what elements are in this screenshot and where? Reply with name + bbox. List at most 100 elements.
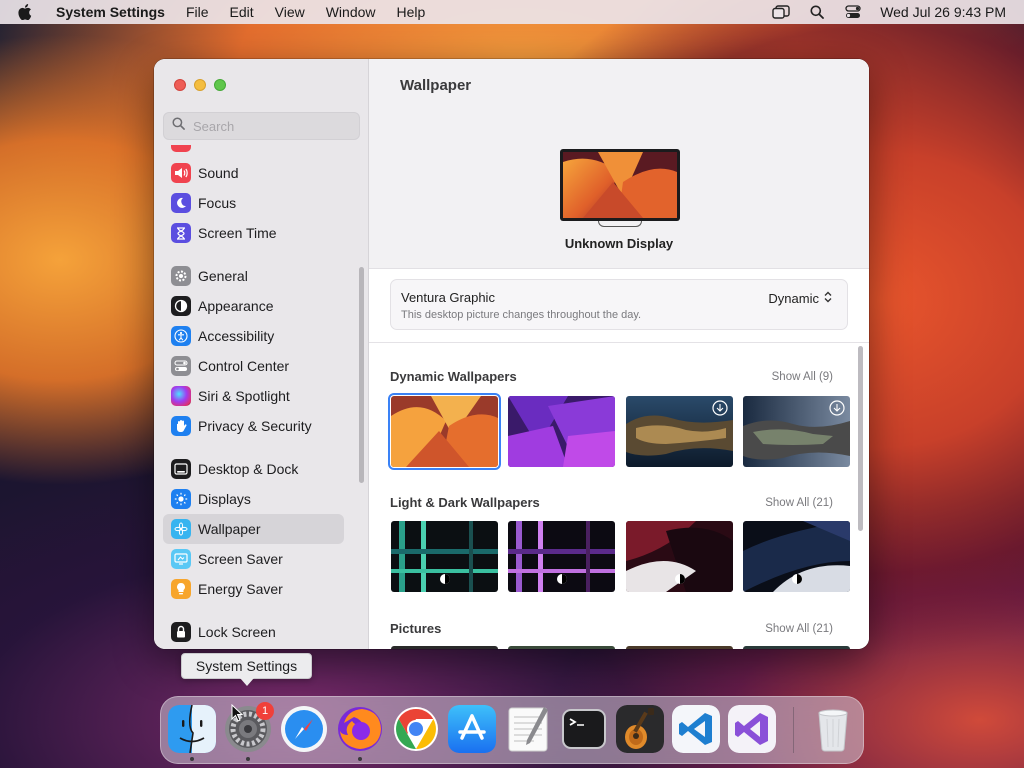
show-all-dynamic[interactable]: Show All (9)	[772, 371, 833, 383]
lock-icon	[171, 622, 191, 642]
speaker-icon	[171, 163, 191, 183]
sidebar-list: Sound Focus Screen Time General Appearan…	[154, 145, 359, 649]
sidebar-item-label: Screen Saver	[198, 551, 283, 567]
window-controls	[174, 79, 226, 91]
search-input[interactable]	[193, 118, 353, 134]
sidebar-item-sound[interactable]: Sound	[163, 158, 344, 188]
dock-separator	[793, 707, 794, 753]
dock-terminal-icon[interactable]	[560, 705, 608, 753]
wallpaper-thumb-catalina-coast[interactable]	[743, 396, 850, 467]
show-all-light-dark[interactable]: Show All (21)	[765, 497, 833, 509]
dock-vscode-icon[interactable]	[672, 705, 720, 753]
display-name: Unknown Display	[564, 236, 674, 251]
show-all-pictures[interactable]: Show All (21)	[765, 623, 833, 635]
wallpaper-thumb-monterey-red[interactable]	[626, 521, 733, 592]
sidebar-item-label: Accessibility	[198, 328, 275, 344]
sidebar: Sound Focus Screen Time General	[154, 59, 369, 649]
menu-app-name[interactable]: System Settings	[56, 4, 165, 20]
dock-app-store-icon[interactable]	[448, 705, 496, 753]
appearance-mode-select[interactable]: Dynamic	[768, 290, 833, 307]
sidebar-item-label: Displays	[198, 491, 251, 507]
dock-garageband-icon[interactable]	[616, 705, 664, 753]
dock-finder-icon[interactable]	[168, 705, 216, 753]
appearance-icon	[171, 296, 191, 316]
sidebar-item-displays[interactable]: Displays	[163, 484, 344, 514]
apple-menu-icon[interactable]	[18, 4, 40, 20]
dock-icon	[171, 459, 191, 479]
sidebar-item-energy-saver[interactable]: Energy Saver	[163, 574, 344, 604]
flower-icon	[171, 519, 191, 539]
dock-textedit-icon[interactable]	[504, 705, 552, 753]
wallpaper-thumb-ventura-purple[interactable]	[508, 396, 615, 467]
notifications-icon	[171, 145, 191, 152]
menu-edit[interactable]: Edit	[230, 4, 254, 20]
sidebar-scrollbar[interactable]	[359, 267, 364, 483]
settings-window: Sound Focus Screen Time General	[154, 59, 869, 649]
menu-window[interactable]: Window	[326, 4, 376, 20]
hourglass-icon	[171, 223, 191, 243]
dock-safari-icon[interactable]	[280, 705, 328, 753]
wallpaper-thumb-ventura-graphic[interactable]	[388, 393, 501, 470]
menu-file[interactable]: File	[186, 4, 209, 20]
sidebar-item-wallpaper[interactable]: Wallpaper	[163, 514, 344, 544]
menu-clock[interactable]: Wed Jul 26 9:43 PM	[880, 4, 1006, 20]
wallpaper-thumb-catalina-island[interactable]	[626, 396, 733, 467]
notification-badge: 1	[256, 702, 274, 720]
stage-manager-icon[interactable]	[772, 4, 790, 20]
dock-chrome-icon[interactable]	[392, 705, 440, 753]
minimize-button[interactable]	[194, 79, 206, 91]
sidebar-item-accessibility[interactable]: Accessibility	[163, 321, 344, 351]
running-indicator	[358, 757, 362, 761]
gear-icon	[171, 266, 191, 286]
section-divider	[369, 342, 869, 343]
wallpaper-thumb-picture-2[interactable]	[508, 646, 615, 649]
running-indicator	[190, 757, 194, 761]
wallpaper-thumb-picture-1[interactable]	[391, 646, 498, 649]
display-preview-header: Wallpaper Unknown Display	[369, 59, 869, 269]
control-center-icon[interactable]	[844, 4, 862, 20]
dock-trash-icon[interactable]	[809, 705, 857, 753]
appearance-mode-value: Dynamic	[768, 291, 819, 306]
close-button[interactable]	[174, 79, 186, 91]
search-field[interactable]	[163, 112, 360, 140]
sidebar-item-desktop-dock[interactable]: Desktop & Dock	[163, 454, 344, 484]
dock-tooltip: System Settings	[181, 653, 312, 679]
wallpaper-thumb-picture-4[interactable]	[743, 646, 850, 649]
section-title-light-dark: Light & Dark Wallpapers	[390, 495, 540, 510]
display-preview	[560, 149, 680, 221]
sidebar-item-general[interactable]: General	[163, 261, 344, 291]
dock-firefox-icon[interactable]	[336, 705, 384, 753]
sidebar-item-label: Energy Saver	[198, 581, 283, 597]
dock-visual-studio-icon[interactable]	[728, 705, 776, 753]
sidebar-item-siri-spotlight[interactable]: Siri & Spotlight	[163, 381, 344, 411]
wallpaper-pane: Wallpaper Unknown Display Ventura Graphi…	[369, 59, 869, 649]
zoom-button[interactable]	[214, 79, 226, 91]
main-scrollbar[interactable]	[858, 346, 863, 531]
wallpaper-thumb-macbook-green[interactable]	[391, 521, 498, 592]
wallpaper-thumb-macbook-purple[interactable]	[508, 521, 615, 592]
sidebar-item-appearance[interactable]: Appearance	[163, 291, 344, 321]
toggles-icon	[171, 356, 191, 376]
tooltip-arrow	[240, 678, 254, 686]
sidebar-item-label: Privacy & Security	[198, 418, 312, 434]
menu-bar: System Settings File Edit View Window He…	[0, 0, 1024, 24]
sidebar-item-screen-saver[interactable]: Screen Saver	[163, 544, 344, 574]
bulb-icon	[171, 579, 191, 599]
sidebar-item-label: Wallpaper	[198, 521, 261, 537]
sidebar-item-label: Appearance	[198, 298, 274, 314]
sidebar-item-lock-screen[interactable]: Lock Screen	[163, 617, 344, 647]
sidebar-item-label: Focus	[198, 195, 237, 211]
wallpaper-thumb-monterey-blue[interactable]	[743, 521, 850, 592]
menu-view[interactable]: View	[275, 4, 305, 20]
sidebar-item-label: General	[198, 268, 248, 284]
current-wallpaper-subtitle: This desktop picture changes throughout …	[401, 309, 642, 321]
spotlight-search-icon[interactable]	[808, 4, 826, 20]
updown-chevron-icon	[823, 290, 833, 307]
sidebar-item-screen-time[interactable]: Screen Time	[163, 218, 344, 248]
menu-help[interactable]: Help	[397, 4, 426, 20]
sidebar-item-focus[interactable]: Focus	[163, 188, 344, 218]
page-title: Wallpaper	[400, 77, 472, 94]
sidebar-item-privacy-security[interactable]: Privacy & Security	[163, 411, 344, 441]
sidebar-item-control-center[interactable]: Control Center	[163, 351, 344, 381]
wallpaper-thumb-picture-3[interactable]	[626, 646, 733, 649]
